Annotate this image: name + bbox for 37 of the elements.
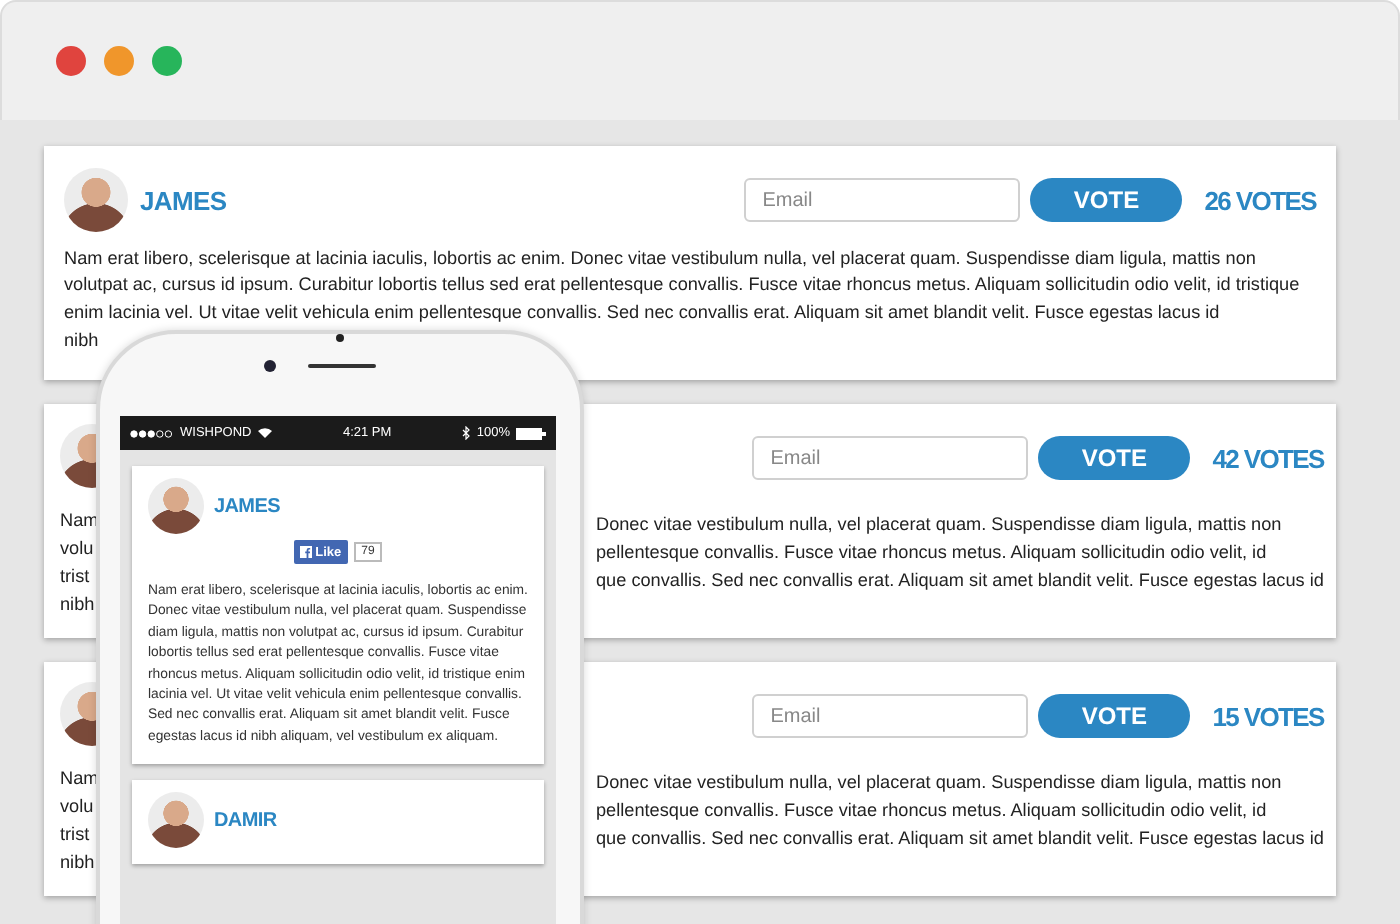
avatar-placeholder (148, 478, 204, 534)
description-fragment: Donec vitae vestibulum nulla, vel placerat quam. Suspendisse diam ligula, mattis non (596, 512, 1282, 538)
bluetooth-icon (462, 426, 471, 440)
entrant-name: JAMES (214, 495, 280, 517)
vote-count: 42 VOTES (1212, 443, 1324, 473)
description-fragment: trist (60, 564, 90, 590)
maximize-icon[interactable] (152, 46, 182, 76)
avatar-placeholder (64, 168, 128, 232)
description-fragment: pellentesque convallis. Fusce vitae rhoncus metus. Aliquam sollicitudin odio velit, id (596, 798, 1267, 824)
battery-icon (516, 427, 546, 439)
wifi-icon (257, 428, 272, 438)
email-field[interactable]: Email (752, 436, 1029, 480)
vote-button[interactable]: VOTE (1030, 178, 1183, 222)
entrant-name: DAMIR (214, 809, 277, 832)
description-fragment: nibh (64, 327, 99, 354)
description-fragment: volu (60, 794, 94, 820)
description-fragment: trist (60, 822, 90, 848)
email-field[interactable]: Email (744, 178, 1021, 222)
avatar-placeholder (148, 792, 204, 849)
description-fragment: que convallis. Sed nec convallis erat. Aliquam sit amet blandit velit. Fusce egestas lacus id (596, 826, 1324, 852)
description-fragment: que convallis. Sed nec convallis erat. Aliquam sit amet blandit velit. Fusce egestas lacus id (596, 568, 1324, 594)
vote-button[interactable]: VOTE (1038, 694, 1191, 738)
close-icon[interactable] (56, 46, 86, 76)
description-fragment: nibh (60, 592, 95, 618)
email-field[interactable]: Email (752, 694, 1029, 738)
minimize-icon[interactable] (104, 46, 134, 76)
vote-count: 15 VOTES (1212, 701, 1324, 731)
description-fragment: Donec vitae vestibulum nulla, vel placerat quam. Suspendisse diam ligula, mattis non (596, 770, 1282, 796)
description-fragment: pellentesque convallis. Fusce vitae rhoncus metus. Aliquam sollicitudin odio velit, id (596, 540, 1267, 566)
sensor-icon (336, 334, 344, 342)
description-fragment: volu (60, 536, 94, 562)
facebook-icon (299, 546, 312, 558)
signal-icon (130, 429, 174, 437)
vote-count: 26 VOTES (1204, 185, 1316, 215)
vote-button[interactable]: VOTE (1038, 436, 1191, 480)
description-fragment: nibh (60, 850, 95, 876)
entrant-name: JAMES (140, 185, 227, 215)
